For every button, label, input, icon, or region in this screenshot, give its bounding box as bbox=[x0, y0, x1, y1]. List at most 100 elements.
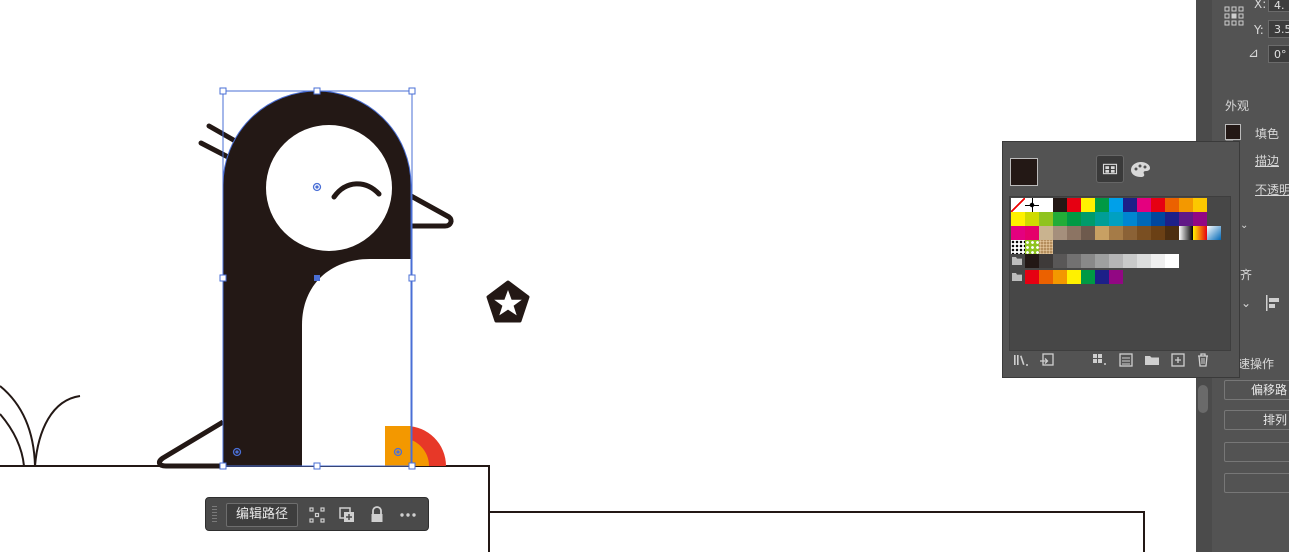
swatch[interactable] bbox=[1095, 270, 1109, 284]
active-fill-swatch[interactable] bbox=[1010, 158, 1038, 186]
new-swatch-icon[interactable] bbox=[1170, 352, 1186, 368]
star-pentagon-icon[interactable] bbox=[486, 280, 530, 323]
swatch[interactable] bbox=[1011, 212, 1025, 226]
swatch[interactable] bbox=[1081, 198, 1095, 212]
swatch[interactable] bbox=[1165, 254, 1179, 268]
panel-scrollbar[interactable] bbox=[1198, 385, 1208, 413]
color-themes-button[interactable] bbox=[1126, 155, 1154, 183]
edit-path-button[interactable]: 编辑路径 bbox=[226, 503, 298, 527]
swatch[interactable] bbox=[1053, 226, 1067, 240]
swatch[interactable] bbox=[1067, 254, 1081, 268]
swatch[interactable] bbox=[1025, 212, 1039, 226]
swatch[interactable] bbox=[1053, 254, 1067, 268]
opacity-label[interactable]: 不透明 bbox=[1255, 181, 1289, 198]
swatch-group-folder-icon[interactable] bbox=[1012, 273, 1022, 281]
swatch[interactable] bbox=[1109, 226, 1123, 240]
swatch[interactable] bbox=[1137, 212, 1151, 226]
swatch-options-icon[interactable] bbox=[1118, 352, 1134, 368]
swatch[interactable] bbox=[1095, 212, 1109, 226]
swatch[interactable] bbox=[1067, 226, 1081, 240]
x-field[interactable]: 4. bbox=[1268, 0, 1289, 12]
swatch[interactable] bbox=[1067, 270, 1081, 284]
swatch[interactable] bbox=[1207, 226, 1221, 240]
show-kinds-icon[interactable] bbox=[1092, 352, 1108, 368]
swatch[interactable] bbox=[1109, 254, 1123, 268]
penguin-illustration[interactable] bbox=[156, 91, 454, 469]
swatch[interactable] bbox=[1137, 198, 1151, 212]
align-left-icon[interactable] bbox=[1264, 294, 1282, 312]
swatch[interactable] bbox=[1193, 198, 1207, 212]
swatch[interactable] bbox=[1123, 198, 1137, 212]
swatch[interactable] bbox=[1011, 240, 1025, 254]
place-icon[interactable] bbox=[1039, 352, 1055, 368]
swatch[interactable] bbox=[1095, 254, 1109, 268]
swatch[interactable] bbox=[1025, 254, 1039, 268]
angle-field[interactable]: 0° bbox=[1268, 45, 1289, 63]
swatch[interactable] bbox=[1039, 198, 1053, 212]
swatch[interactable] bbox=[1095, 198, 1109, 212]
swatch[interactable] bbox=[1151, 254, 1165, 268]
swatch[interactable] bbox=[1039, 254, 1053, 268]
swatch[interactable] bbox=[1081, 226, 1095, 240]
reference-point-icon[interactable] bbox=[1224, 6, 1244, 26]
chevron-down-icon[interactable]: ⌄ bbox=[1240, 220, 1248, 231]
swatch[interactable] bbox=[1193, 226, 1207, 240]
swatch-group-folder-icon[interactable] bbox=[1012, 257, 1022, 265]
swatch[interactable] bbox=[1053, 212, 1067, 226]
center-point[interactable] bbox=[314, 275, 320, 281]
new-group-icon[interactable] bbox=[1144, 352, 1160, 368]
swatch[interactable] bbox=[1165, 198, 1179, 212]
grip-icon[interactable] bbox=[212, 506, 217, 524]
swatch[interactable] bbox=[1025, 240, 1039, 254]
swatch[interactable] bbox=[1025, 198, 1039, 212]
swatch[interactable] bbox=[1151, 212, 1165, 226]
quick-action-button-3[interactable] bbox=[1224, 442, 1289, 462]
align-chevron-icon[interactable]: ⌄ bbox=[1241, 296, 1251, 310]
swatch[interactable] bbox=[1109, 198, 1123, 212]
swatch[interactable] bbox=[1053, 270, 1067, 284]
swatch[interactable] bbox=[1081, 212, 1095, 226]
more-icon[interactable] bbox=[398, 505, 418, 525]
swatch[interactable] bbox=[1151, 226, 1165, 240]
swatch[interactable] bbox=[1179, 226, 1193, 240]
swatch[interactable] bbox=[1081, 254, 1095, 268]
swatch[interactable] bbox=[1067, 212, 1081, 226]
swatch[interactable] bbox=[1011, 226, 1025, 240]
swatch[interactable] bbox=[1109, 212, 1123, 226]
duplicate-icon[interactable] bbox=[337, 505, 357, 525]
swatch[interactable] bbox=[1039, 226, 1053, 240]
swatch[interactable] bbox=[1053, 198, 1067, 212]
swatch[interactable] bbox=[1165, 212, 1179, 226]
points-icon[interactable] bbox=[307, 505, 327, 525]
swatch[interactable] bbox=[1123, 226, 1137, 240]
swatch[interactable] bbox=[1123, 212, 1137, 226]
offset-path-button[interactable]: 偏移路 bbox=[1224, 380, 1289, 400]
swatch-view-button[interactable] bbox=[1096, 155, 1124, 183]
swatch[interactable] bbox=[1067, 198, 1081, 212]
delete-icon[interactable] bbox=[1195, 352, 1211, 368]
lock-icon[interactable] bbox=[367, 505, 387, 525]
swatch[interactable] bbox=[1165, 226, 1179, 240]
swatch[interactable] bbox=[1137, 226, 1151, 240]
swatch[interactable] bbox=[1123, 254, 1137, 268]
swatch[interactable] bbox=[1039, 270, 1053, 284]
swatch[interactable] bbox=[1095, 226, 1109, 240]
fill-swatch[interactable] bbox=[1225, 124, 1241, 140]
swatch[interactable] bbox=[1039, 240, 1053, 254]
stroke-label[interactable]: 描边 bbox=[1255, 152, 1279, 169]
swatch[interactable] bbox=[1179, 212, 1193, 226]
swatch[interactable] bbox=[1151, 198, 1165, 212]
swatch[interactable] bbox=[1011, 198, 1025, 212]
swatch[interactable] bbox=[1025, 270, 1039, 284]
swatch[interactable] bbox=[1193, 212, 1207, 226]
library-icon[interactable] bbox=[1013, 352, 1029, 368]
swatch[interactable] bbox=[1137, 254, 1151, 268]
swatch[interactable] bbox=[1179, 198, 1193, 212]
y-field[interactable]: 3.5 bbox=[1268, 20, 1289, 38]
arrange-button[interactable]: 排列 bbox=[1224, 410, 1289, 430]
swatch[interactable] bbox=[1109, 270, 1123, 284]
swatch[interactable] bbox=[1039, 212, 1053, 226]
swatch[interactable] bbox=[1081, 270, 1095, 284]
swatch[interactable] bbox=[1025, 226, 1039, 240]
quick-action-button-4[interactable] bbox=[1224, 473, 1289, 493]
